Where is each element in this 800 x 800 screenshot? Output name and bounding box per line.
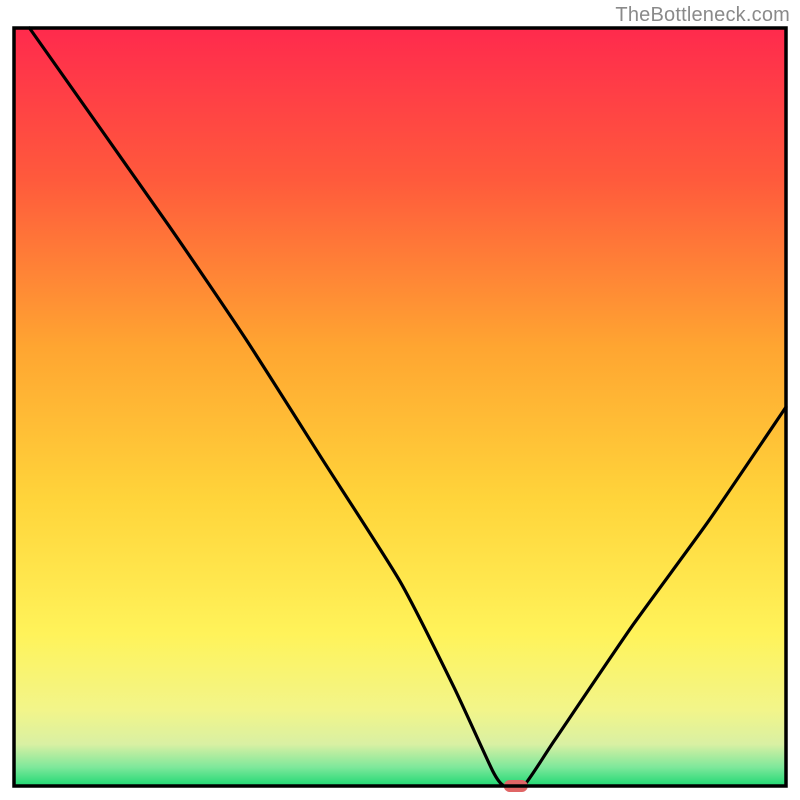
chart-svg [0, 0, 800, 800]
bottleneck-chart: TheBottleneck.com [0, 0, 800, 800]
watermark-text: TheBottleneck.com [615, 4, 790, 27]
